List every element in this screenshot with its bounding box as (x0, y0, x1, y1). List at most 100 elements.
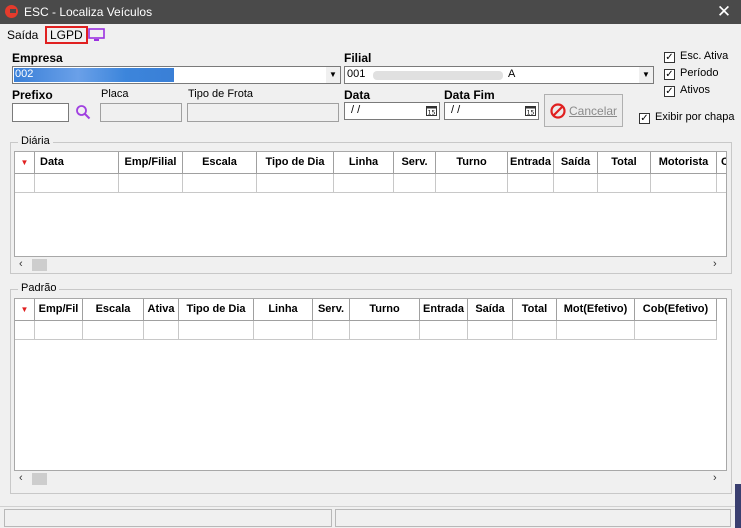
table-cell[interactable] (468, 321, 513, 340)
esc-ativa-label: Esc. Ativa (680, 50, 729, 62)
diaria-col-motorista[interactable]: Motorista (651, 152, 717, 174)
table-cell[interactable] (350, 321, 420, 340)
scroll-left-icon[interactable]: ‹ (19, 472, 23, 484)
tipo-frota-input (187, 103, 339, 122)
scroll-left-icon[interactable]: ‹ (19, 258, 23, 270)
table-cell[interactable] (257, 174, 334, 193)
periodo-label: Período (680, 67, 719, 79)
app-logo-icon (5, 5, 18, 18)
search-icon[interactable] (75, 104, 91, 120)
table-cell[interactable] (183, 174, 257, 193)
diaria-grid[interactable]: ▼ Data Emp/Filial Escala Tipo de Dia Lin… (14, 151, 727, 257)
padrao-col-escala[interactable]: Escala (83, 299, 144, 321)
table-cell[interactable] (513, 321, 557, 340)
monitor-icon[interactable] (88, 28, 105, 42)
padrao-horizontal-scrollbar[interactable]: ‹ › (14, 471, 727, 487)
table-cell[interactable] (334, 174, 394, 193)
svg-text:15: 15 (527, 110, 535, 117)
diaria-col-escala[interactable]: Escala (183, 152, 257, 174)
menu-item-saida[interactable]: Saída (7, 28, 38, 42)
diaria-horizontal-scrollbar[interactable]: ‹ › (14, 257, 727, 273)
diaria-col-total[interactable]: Total (598, 152, 651, 174)
close-icon[interactable]: ✕ (714, 2, 734, 22)
diaria-col-cob[interactable]: Cob (717, 152, 726, 174)
padrao-col-emp-fil[interactable]: Emp/Fil (35, 299, 83, 321)
row-indicator[interactable] (15, 174, 35, 193)
table-cell[interactable] (35, 321, 83, 340)
data-value: / / (351, 104, 361, 116)
exibir-chapa-checkbox[interactable]: ✓ (639, 113, 650, 124)
padrao-col-ativa[interactable]: Ativa (144, 299, 179, 321)
empresa-dropdown-icon[interactable]: ▼ (326, 67, 340, 83)
diaria-col-saida[interactable]: Saída (554, 152, 598, 174)
table-cell[interactable] (179, 321, 254, 340)
table-cell[interactable] (35, 174, 119, 193)
table-cell[interactable] (598, 174, 651, 193)
padrao-col-total[interactable]: Total (513, 299, 557, 321)
placa-input (100, 103, 182, 122)
diaria-col-serv[interactable]: Serv. (394, 152, 436, 174)
padrao-col-linha[interactable]: Linha (254, 299, 313, 321)
table-cell[interactable] (144, 321, 179, 340)
empresa-value: 002 (15, 68, 34, 80)
table-cell[interactable] (420, 321, 468, 340)
padrao-col-saida[interactable]: Saída (468, 299, 513, 321)
table-cell[interactable] (508, 174, 554, 193)
scroll-right-icon[interactable]: › (713, 258, 717, 270)
table-cell[interactable] (254, 321, 313, 340)
cancelar-label: Cancelar (569, 104, 618, 118)
row-indicator-header[interactable]: ▼ (15, 152, 35, 174)
prefixo-input[interactable] (12, 103, 69, 122)
diaria-col-linha[interactable]: Linha (334, 152, 394, 174)
window-title: ESC - Localiza Veículos (24, 5, 153, 19)
diaria-title: Diária (18, 135, 53, 147)
menu-item-lgpd[interactable]: LGPD (45, 26, 88, 44)
data-fim-input[interactable]: / / 15 (444, 102, 539, 120)
padrao-col-mot-efetivo[interactable]: Mot(Efetivo) (557, 299, 635, 321)
data-fim-value: / / (451, 104, 461, 116)
calendar-icon[interactable]: 15 (426, 105, 437, 116)
padrao-col-turno[interactable]: Turno (350, 299, 420, 321)
padrao-col-cob-efetivo[interactable]: Cob(Efetivo) (635, 299, 717, 321)
cancelar-button[interactable]: Cancelar (544, 94, 623, 127)
table-cell[interactable] (436, 174, 508, 193)
row-indicator-header[interactable]: ▼ (15, 299, 35, 321)
table-cell[interactable] (557, 321, 635, 340)
filial-select[interactable]: 001 A ▼ (344, 66, 654, 84)
table-cell[interactable] (313, 321, 350, 340)
ativos-checkbox[interactable]: ✓ (664, 86, 675, 97)
table-cell[interactable] (717, 174, 726, 193)
scroll-thumb[interactable] (32, 473, 47, 485)
scroll-thumb[interactable] (32, 259, 47, 271)
calendar-icon[interactable]: 15 (525, 105, 536, 116)
data-input[interactable]: / / 15 (344, 102, 440, 120)
diaria-col-data[interactable]: Data (35, 152, 119, 174)
diaria-col-entrada[interactable]: Entrada (508, 152, 554, 174)
scroll-right-icon[interactable]: › (713, 472, 717, 484)
filial-dropdown-icon[interactable]: ▼ (639, 67, 653, 83)
table-cell[interactable] (119, 174, 183, 193)
padrao-col-tipo-de-dia[interactable]: Tipo de Dia (179, 299, 254, 321)
padrao-grid[interactable]: ▼ Emp/Fil Escala Ativa Tipo de Dia Linha… (14, 298, 727, 471)
esc-ativa-checkbox[interactable]: ✓ (664, 52, 675, 63)
filial-value: 001 (347, 68, 366, 80)
status-bar (0, 506, 741, 528)
empresa-select[interactable]: 002 ▼ (12, 66, 341, 84)
padrao-col-entrada[interactable]: Entrada (420, 299, 468, 321)
padrao-col-serv[interactable]: Serv. (313, 299, 350, 321)
diaria-col-tipo-de-dia[interactable]: Tipo de Dia (257, 152, 334, 174)
table-cell[interactable] (394, 174, 436, 193)
diaria-col-emp-filial[interactable]: Emp/Filial (119, 152, 183, 174)
diaria-col-turno[interactable]: Turno (436, 152, 508, 174)
table-cell[interactable] (635, 321, 717, 340)
cancel-icon (550, 103, 566, 119)
filial-label: Filial (344, 51, 372, 65)
table-cell[interactable] (83, 321, 144, 340)
tipo-frota-label: Tipo de Frota (188, 88, 254, 100)
row-indicator[interactable] (15, 321, 35, 340)
status-panel-left (4, 509, 332, 527)
table-cell[interactable] (651, 174, 717, 193)
periodo-checkbox[interactable]: ✓ (664, 69, 675, 80)
filial-suffix: A (508, 68, 516, 80)
table-cell[interactable] (554, 174, 598, 193)
